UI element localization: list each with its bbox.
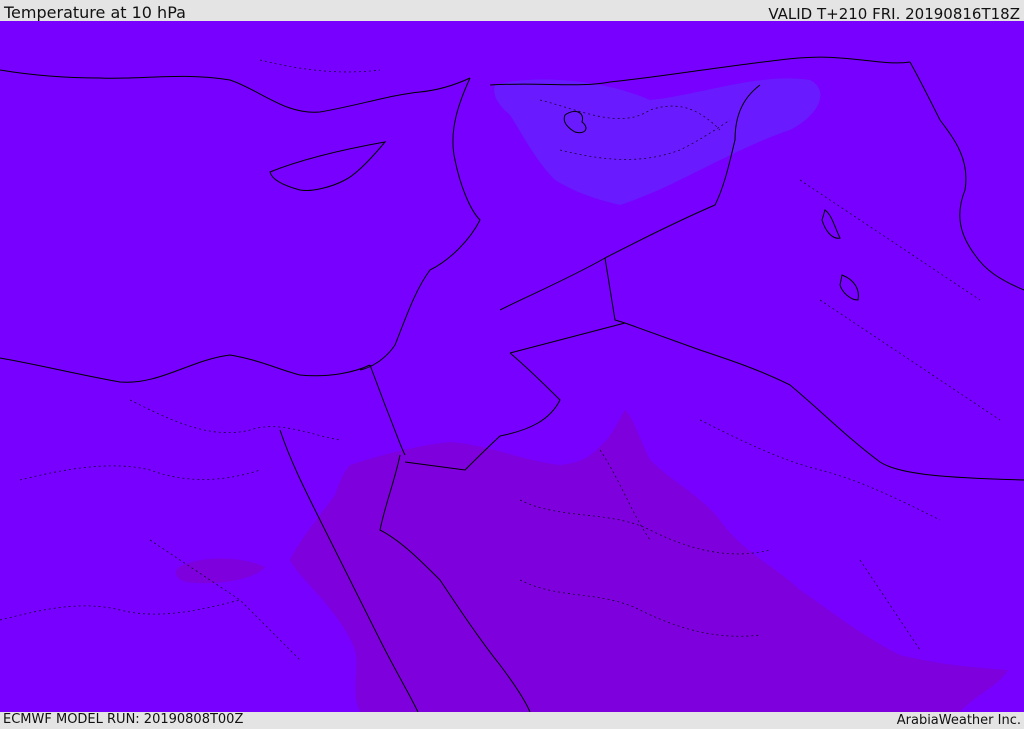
credit-label: ArabiaWeather Inc. — [896, 713, 1021, 728]
top-bar: Temperature at 10 hPa VALID T+210 FRI. 2… — [0, 0, 1024, 23]
model-run-label: ECMWF MODEL RUN: 20190808T00Z — [3, 712, 244, 727]
bottom-bar: ECMWF MODEL RUN: 20190808T00Z ArabiaWeat… — [0, 712, 1024, 729]
map-area — [0, 21, 1024, 712]
map-title: Temperature at 10 hPa — [4, 3, 186, 22]
